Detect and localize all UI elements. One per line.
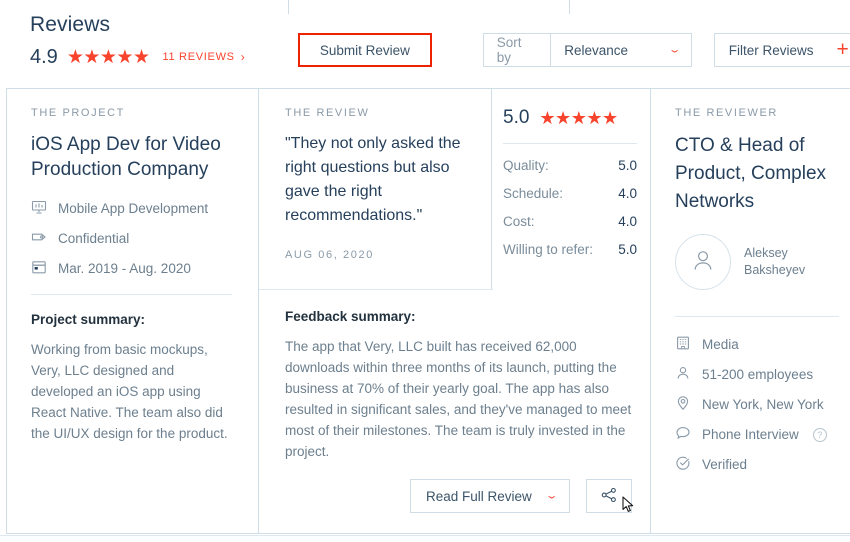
share-review-button[interactable] — [586, 479, 632, 513]
user-avatar-icon — [688, 245, 718, 280]
project-divider — [31, 294, 232, 295]
review-column: THE REVIEW "They not only asked the righ… — [259, 89, 650, 533]
review-top-row: THE REVIEW "They not only asked the righ… — [259, 89, 650, 289]
review-actions: Read Full Review ⌄ — [410, 479, 632, 513]
reviewer-person: Aleksey Baksheyev — [675, 234, 839, 290]
review-quote-panel: THE REVIEW "They not only asked the righ… — [259, 89, 492, 289]
title-block: Reviews 4.9 ★★★★★ 11 REVIEWS › — [30, 12, 245, 67]
building-icon — [675, 335, 691, 354]
reviewer-facts-list: Media 51-200 employees New York, New Yor… — [675, 335, 839, 474]
reviewer-fact-location-label: New York, New York — [702, 397, 824, 412]
score-value-willing-to-refer: 5.0 — [618, 242, 637, 257]
project-meta-service: Mobile App Development — [31, 199, 232, 218]
location-pin-icon — [675, 395, 691, 414]
calendar-icon — [31, 259, 47, 278]
reviews-count-link[interactable]: 11 REVIEWS › — [162, 49, 246, 64]
share-nodes-icon — [600, 486, 618, 507]
score-label-willing-to-refer: Willing to refer: — [503, 242, 594, 257]
page-bottom-strip — [0, 535, 850, 542]
project-column: THE PROJECT iOS App Dev for Video Produc… — [7, 89, 258, 533]
reviewer-eyebrow: THE REVIEWER — [675, 107, 778, 119]
project-meta-budget-label: Confidential — [58, 231, 130, 246]
overall-rating-stars: ★★★★★ — [66, 46, 150, 68]
sort-by-label: Sort by — [482, 33, 551, 67]
project-meta-dates-label: Mar. 2019 - Aug. 2020 — [58, 261, 191, 276]
review-date: AUG 06, 2020 — [285, 249, 374, 261]
project-title: iOS App Dev for Video Production Company — [31, 134, 221, 180]
score-value-quality: 5.0 — [618, 158, 637, 173]
sort-by-value: Relevance — [564, 42, 629, 58]
review-card: THE PROJECT iOS App Dev for Video Produc… — [6, 88, 850, 534]
project-summary-body: Working from basic mockups, Very, LLC de… — [31, 342, 228, 441]
score-row-willing-to-refer: Willing to refer: 5.0 — [503, 242, 637, 257]
header-divider-2 — [569, 0, 570, 14]
presentation-screen-icon — [31, 199, 47, 218]
read-full-review-button[interactable]: Read Full Review ⌄ — [410, 479, 570, 513]
overall-rating: 4.9 ★★★★★ 11 REVIEWS › — [30, 47, 245, 67]
review-eyebrow: THE REVIEW — [285, 107, 370, 119]
reviews-count-label: 11 REVIEWS — [162, 51, 235, 63]
reviewer-fact-verified: Verified — [675, 455, 839, 474]
score-divider — [503, 143, 637, 144]
plus-icon: + — [836, 38, 849, 61]
sort-by-select[interactable]: Relevance ⌄ — [550, 33, 692, 67]
reviewer-fact-industry: Media — [675, 335, 839, 354]
reviewer-fact-size: 51-200 employees — [675, 365, 839, 384]
speech-bubble-icon — [675, 425, 691, 444]
score-row-quality: Quality: 5.0 — [503, 158, 637, 173]
reviews-toolbar: Submit Review Sort by Relevance ⌄ Filter… — [298, 33, 850, 67]
score-breakdown-list: Quality: 5.0 Schedule: 4.0 Cost: 4.0 Wil… — [503, 158, 637, 257]
filter-reviews-button[interactable]: Filter Reviews + — [713, 33, 850, 67]
score-label-cost: Cost: — [503, 214, 535, 229]
avatar — [675, 234, 731, 290]
read-full-review-label: Read Full Review — [426, 488, 532, 504]
score-label-quality: Quality: — [503, 158, 549, 173]
project-eyebrow: THE PROJECT — [31, 107, 125, 119]
score-label-schedule: Schedule: — [503, 186, 564, 201]
review-scores-panel: 5.0 ★★★★★ Quality: 5.0 Schedule: 4.0 Cos… — [492, 89, 649, 289]
page-header: Reviews 4.9 ★★★★★ 11 REVIEWS › Submit Re… — [0, 0, 850, 88]
help-icon[interactable]: ? — [812, 427, 827, 442]
reviewer-fact-interview-label: Phone Interview — [702, 427, 799, 442]
reviewer-fact-verified-label: Verified — [702, 457, 748, 472]
review-quote: "They not only asked the right questions… — [285, 135, 461, 224]
overall-rating-score: 4.9 — [30, 46, 58, 68]
page-title: Reviews — [30, 13, 111, 36]
chevron-down-icon: ⌄ — [667, 44, 681, 55]
project-meta-dates: Mar. 2019 - Aug. 2020 — [31, 259, 232, 278]
submit-review-button[interactable]: Submit Review — [298, 33, 432, 67]
score-value-schedule: 4.0 — [618, 186, 637, 201]
project-meta-budget: Confidential — [31, 229, 232, 248]
review-overall-score: 5.0 ★★★★★ — [503, 107, 637, 129]
reviewer-fact-interview: Phone Interview ? — [675, 425, 839, 444]
review-overall-score-value: 5.0 — [503, 107, 530, 128]
reviewer-column: THE REVIEWER CTO & Head of Product, Comp… — [651, 89, 850, 533]
reviews-page: Reviews 4.9 ★★★★★ 11 REVIEWS › Submit Re… — [0, 0, 850, 542]
chevron-down-icon: ⌄ — [544, 490, 559, 501]
score-row-schedule: Schedule: 4.0 — [503, 186, 637, 201]
feedback-summary-panel: Feedback summary: The app that Very, LLC… — [259, 290, 650, 462]
reviewer-fact-size-label: 51-200 employees — [702, 367, 814, 382]
filter-reviews-label: Filter Reviews — [728, 42, 814, 58]
project-summary-heading: Project summary: — [31, 312, 146, 327]
reviewer-divider — [675, 316, 839, 317]
review-overall-score-stars: ★★★★★ — [539, 107, 618, 128]
feedback-summary-body: The app that Very, LLC built has receive… — [285, 339, 632, 459]
chevron-right-icon: › — [240, 49, 246, 64]
header-divider-1 — [288, 0, 289, 14]
reviewer-fact-industry-label: Media — [702, 337, 739, 352]
reviewer-name: Aleksey Baksheyev — [744, 246, 806, 277]
feedback-summary-heading: Feedback summary: — [285, 309, 416, 324]
person-icon — [675, 365, 691, 384]
reviewer-title: CTO & Head of Product, Complex Networks — [675, 135, 827, 212]
score-value-cost: 4.0 — [618, 214, 637, 229]
project-meta-service-label: Mobile App Development — [58, 201, 209, 216]
sort-control: Sort by Relevance ⌄ — [482, 33, 692, 67]
check-circle-icon — [675, 455, 691, 474]
price-tag-icon — [31, 229, 47, 248]
reviewer-fact-location: New York, New York — [675, 395, 839, 414]
project-meta-list: Mobile App Development Confidential Mar.… — [31, 199, 232, 278]
score-row-cost: Cost: 4.0 — [503, 214, 637, 229]
